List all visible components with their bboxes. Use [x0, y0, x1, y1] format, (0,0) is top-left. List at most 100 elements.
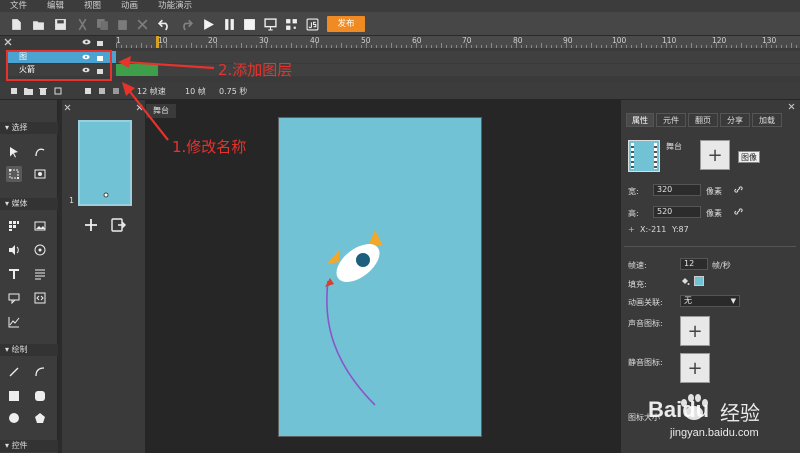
rectangle-tool-icon[interactable]: [6, 388, 22, 404]
menu-demo[interactable]: 功能演示: [148, 0, 202, 12]
text-tool-icon[interactable]: [6, 266, 22, 282]
copy-icon[interactable]: [94, 16, 110, 32]
timeline-close-icon[interactable]: [4, 38, 12, 49]
open-folder-icon[interactable]: [30, 16, 46, 32]
ruler-tick: [391, 43, 392, 48]
ruler-tick: [396, 45, 397, 48]
pause-icon[interactable]: [221, 16, 237, 32]
stage-canvas[interactable]: [278, 117, 482, 437]
rounded-rect-tool-icon[interactable]: [32, 388, 48, 404]
tab-components[interactable]: 元件: [656, 113, 686, 127]
undo-icon[interactable]: [156, 16, 172, 32]
anim-link-select[interactable]: 无 ▼: [680, 295, 740, 307]
ruler-tick: [716, 43, 717, 48]
stage-tab[interactable]: 舞台: [146, 104, 176, 118]
new-layer-icon[interactable]: [10, 87, 18, 95]
height-input[interactable]: 520: [653, 206, 701, 218]
copy-layer-icon[interactable]: [54, 87, 62, 95]
line-tool-icon[interactable]: [6, 364, 22, 380]
preview-screen-icon[interactable]: [262, 16, 278, 32]
ruler-tick: [411, 45, 412, 48]
keyframe-span[interactable]: [116, 64, 158, 76]
stop-icon[interactable]: [241, 16, 257, 32]
keyframe-icon[interactable]: [84, 87, 92, 95]
ruler-tick: [561, 45, 562, 48]
scene-panel-close-icon[interactable]: [64, 104, 71, 114]
redo-icon[interactable]: [178, 16, 194, 32]
stage-close-icon[interactable]: [136, 104, 143, 114]
add-mute-icon-button[interactable]: +: [680, 353, 710, 383]
ruler-tick: [626, 45, 627, 48]
tween-icon[interactable]: [112, 87, 120, 95]
menu-view[interactable]: 视图: [74, 0, 111, 12]
main-toolbar: 发布: [0, 12, 800, 36]
width-input[interactable]: 320: [653, 184, 701, 196]
tab-loading[interactable]: 加载: [752, 113, 782, 127]
playhead-marker[interactable]: [156, 36, 159, 48]
ruler-tick: [431, 45, 432, 48]
layer-folder-icon[interactable]: [24, 87, 33, 95]
paint-bucket-icon[interactable]: [680, 276, 690, 286]
ruler-tick: [591, 43, 592, 48]
fill-color-swatch[interactable]: [694, 276, 704, 286]
video-icon[interactable]: [32, 242, 48, 258]
ruler-tick-label: 110: [662, 36, 677, 45]
tab-properties[interactable]: 属性: [626, 113, 654, 127]
crop-tool-icon[interactable]: [32, 166, 48, 182]
ruler-tick: [361, 45, 362, 48]
link-icon[interactable]: [734, 207, 743, 216]
qrcode-icon[interactable]: [283, 16, 299, 32]
trash-icon[interactable]: [39, 87, 47, 95]
paragraph-icon[interactable]: [32, 266, 48, 282]
ruler-tick-label: 130: [762, 36, 777, 45]
sound-icon[interactable]: [6, 242, 22, 258]
message-icon[interactable]: [6, 290, 22, 306]
publish-button[interactable]: 发布: [327, 16, 365, 32]
tab-page-flip[interactable]: 翻页: [688, 113, 718, 127]
add-scene-icon[interactable]: [84, 218, 98, 235]
menu-file[interactable]: 文件: [0, 0, 37, 12]
curve-tool-icon[interactable]: [32, 364, 48, 380]
ruler-tick: [426, 45, 427, 48]
menu-edit[interactable]: 编辑: [37, 0, 74, 12]
js-script-icon[interactable]: [304, 16, 320, 32]
delete-icon[interactable]: [134, 16, 150, 32]
add-sound-icon-button[interactable]: +: [680, 316, 710, 346]
grid-widget-icon[interactable]: [6, 218, 22, 234]
link-icon[interactable]: [734, 185, 743, 194]
timeline-ruler[interactable]: 1 10 20 30 40 50 60 70 80 90 100 110 120 130: [116, 36, 800, 48]
code-icon[interactable]: [32, 290, 48, 306]
ruler-tick: [551, 45, 552, 48]
image-button[interactable]: 图像: [738, 151, 760, 163]
menu-animation[interactable]: 动画: [111, 0, 148, 12]
rocket-illustration[interactable]: [279, 118, 483, 438]
play-icon[interactable]: [200, 16, 216, 32]
polygon-tool-icon[interactable]: [32, 410, 48, 426]
section-media[interactable]: ▾ 媒体: [0, 198, 58, 210]
image-icon[interactable]: [32, 218, 48, 234]
section-control[interactable]: ▾ 控件: [0, 440, 58, 452]
tab-share[interactable]: 分享: [720, 113, 750, 127]
fps-input[interactable]: 12: [680, 258, 708, 270]
pointer-tool-icon[interactable]: [6, 144, 22, 160]
scene-thumbnail[interactable]: [78, 120, 132, 206]
ruler-tick: [746, 45, 747, 48]
circle-tool-icon[interactable]: [6, 410, 22, 426]
ruler-tick: [456, 45, 457, 48]
ruler-tick: [326, 45, 327, 48]
transform-tool-icon[interactable]: [6, 166, 22, 182]
paste-icon[interactable]: [114, 16, 130, 32]
properties-close-icon[interactable]: [788, 103, 795, 113]
section-draw[interactable]: ▾ 绘制: [0, 344, 58, 356]
subselect-tool-icon[interactable]: [32, 144, 48, 160]
add-background-button[interactable]: +: [700, 140, 730, 170]
new-file-icon[interactable]: [8, 16, 24, 32]
cut-icon[interactable]: [74, 16, 90, 32]
blank-keyframe-icon[interactable]: [98, 87, 106, 95]
section-select[interactable]: ▾ 选择: [0, 122, 58, 134]
chart-icon[interactable]: [6, 314, 22, 330]
ruler-tick: [261, 45, 262, 48]
import-scene-icon[interactable]: [110, 217, 126, 236]
ruler-tick: [166, 43, 167, 48]
save-icon[interactable]: [52, 16, 68, 32]
